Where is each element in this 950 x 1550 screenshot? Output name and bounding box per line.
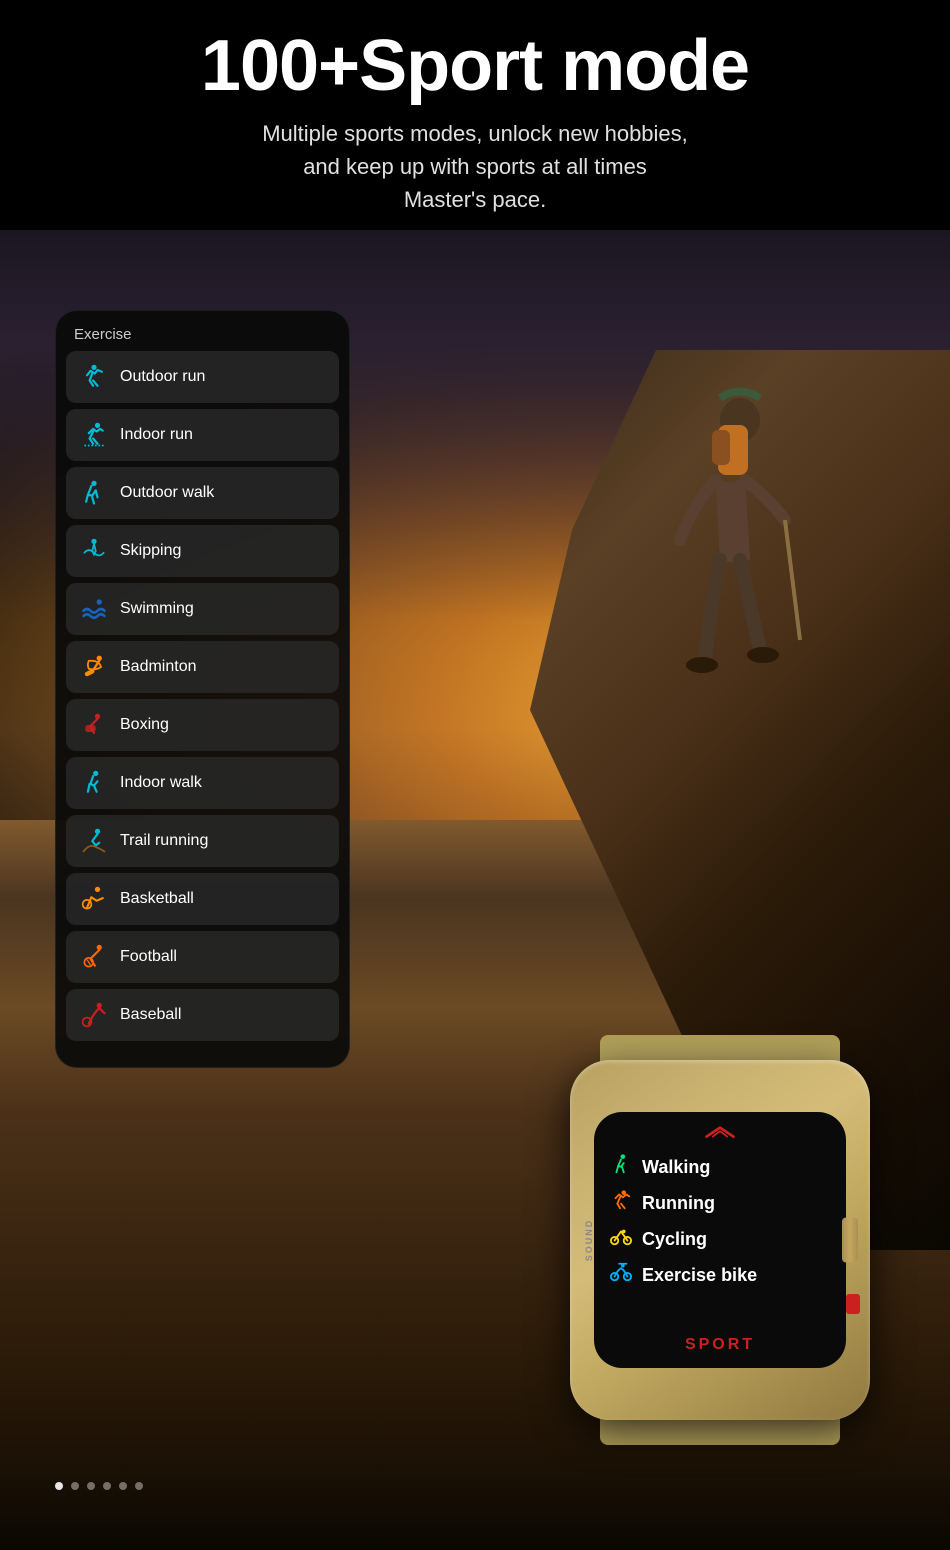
sport-icon-trail-running: [78, 825, 110, 857]
watch-sport-cycling: Cycling: [608, 1225, 832, 1253]
sport-icon-indoor-run: [78, 419, 110, 451]
pagination-dot-4[interactable]: [119, 1482, 127, 1490]
watch-brand-text: SPORT: [685, 1336, 755, 1353]
watch-red-button: [846, 1294, 860, 1314]
sport-item-baseball[interactable]: Baseball: [66, 989, 339, 1041]
sport-name-boxing: Boxing: [120, 716, 169, 734]
sport-name-baseball: Baseball: [120, 1006, 181, 1024]
sport-name-football: Football: [120, 948, 177, 966]
sport-name-outdoor-run: Outdoor run: [120, 368, 205, 386]
sport-item-trail-running[interactable]: Trail running: [66, 815, 339, 867]
sport-name-badminton: Badminton: [120, 658, 197, 676]
sport-item-football[interactable]: Football: [66, 931, 339, 983]
watch-crown: [842, 1218, 858, 1263]
watch-sport-label-running: Running: [642, 1193, 715, 1214]
sports-menu-panel: Exercise Outdoor run Indoor run Outdoor …: [55, 310, 350, 1068]
watch-label-left: SOUND: [584, 1219, 594, 1262]
watch-sport-running: Running: [608, 1189, 832, 1217]
sports-list: Outdoor run Indoor run Outdoor walk Skip…: [66, 351, 339, 1041]
watch-sport-label-cycling: Cycling: [642, 1229, 707, 1250]
watch-case: SOUND POWER Walking Runn: [570, 1060, 870, 1420]
sport-name-swimming: Swimming: [120, 600, 194, 618]
sport-name-trail-running: Trail running: [120, 832, 208, 850]
watch-logo-icon: [700, 1124, 740, 1142]
sport-icon-indoor-walk: [78, 767, 110, 799]
watch-brand: SPORT: [608, 1336, 832, 1354]
watch-sport-exercise-bike: Exercise bike: [608, 1261, 832, 1289]
pagination-dot-1[interactable]: [71, 1482, 79, 1490]
sport-name-indoor-walk: Indoor walk: [120, 774, 202, 792]
pagination-dot-3[interactable]: [103, 1482, 111, 1490]
sport-item-indoor-run[interactable]: Indoor run: [66, 409, 339, 461]
sport-icon-outdoor-walk: [78, 477, 110, 509]
watch-sport-walking: Walking: [608, 1153, 832, 1181]
sport-icon-boxing: [78, 709, 110, 741]
sport-item-outdoor-run[interactable]: Outdoor run: [66, 351, 339, 403]
sport-item-basketball[interactable]: Basketball: [66, 873, 339, 925]
sport-item-boxing[interactable]: Boxing: [66, 699, 339, 751]
watch-sport-icon-cycling: [608, 1225, 634, 1253]
sport-icon-baseball: [78, 999, 110, 1031]
watch-sport-icon-walking: [608, 1153, 634, 1181]
watch-sport-icon-exercise-bike: [608, 1261, 634, 1289]
sport-name-basketball: Basketball: [120, 890, 194, 908]
subtitle: Multiple sports modes, unlock new hobbie…: [60, 117, 890, 216]
sport-item-indoor-walk[interactable]: Indoor walk: [66, 757, 339, 809]
sport-icon-skipping: [78, 535, 110, 567]
watch-sport-icon-running: [608, 1189, 634, 1217]
sport-item-outdoor-walk[interactable]: Outdoor walk: [66, 467, 339, 519]
watch-sport-label-exercise-bike: Exercise bike: [642, 1265, 757, 1286]
watch-body: SOUND POWER Walking Runn: [550, 1030, 890, 1450]
sport-name-skipping: Skipping: [120, 542, 181, 560]
exercise-label: Exercise: [66, 326, 339, 343]
hiker-figure: [630, 380, 830, 760]
watch-sport-label-walking: Walking: [642, 1157, 710, 1178]
watch-screen: Walking Running Cycling Exercise bike SP…: [594, 1112, 846, 1368]
sport-item-skipping[interactable]: Skipping: [66, 525, 339, 577]
smartwatch: SOUND POWER Walking Runn: [550, 1030, 890, 1450]
pagination-dot-5[interactable]: [135, 1482, 143, 1490]
sport-icon-outdoor-run: [78, 361, 110, 393]
sport-item-swimming[interactable]: Swimming: [66, 583, 339, 635]
main-title: 100+Sport mode: [60, 30, 890, 102]
sport-name-outdoor-walk: Outdoor walk: [120, 484, 214, 502]
header-section: 100+Sport mode Multiple sports modes, un…: [0, 0, 950, 230]
sport-icon-basketball: [78, 883, 110, 915]
sport-name-indoor-run: Indoor run: [120, 426, 193, 444]
sport-icon-swimming: [78, 593, 110, 625]
sport-icon-badminton: [78, 651, 110, 683]
screen-sports-list: Walking Running Cycling Exercise bike: [608, 1153, 832, 1297]
pagination-dot-0[interactable]: [55, 1482, 63, 1490]
pagination-dots: [55, 1482, 143, 1490]
sport-icon-football: [78, 941, 110, 973]
pagination-dot-2[interactable]: [87, 1482, 95, 1490]
sport-item-badminton[interactable]: Badminton: [66, 641, 339, 693]
